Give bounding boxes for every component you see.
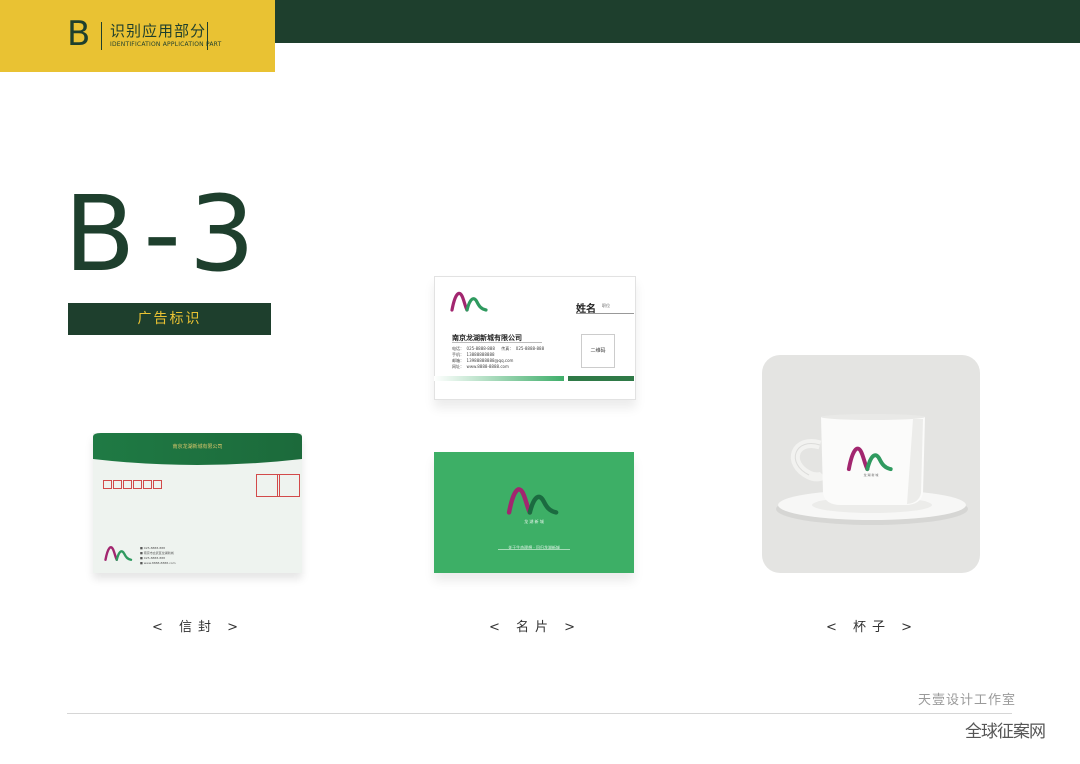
- caption-cup: < 杯子 >: [825, 620, 919, 635]
- envelope-info-line: ■ www.8888-8888.com: [140, 561, 176, 565]
- card-stripe-gradient: [434, 376, 564, 381]
- card-name-underline: [576, 313, 634, 314]
- card-qr-placeholder: 二维码: [581, 334, 615, 368]
- card-contact-info: 电话： 025-8888-888 传真： 025-8888-888 手机： 13…: [452, 346, 545, 369]
- footer-divider: [67, 713, 1012, 714]
- card-logo-icon: [450, 291, 488, 312]
- header-letter: B: [67, 14, 91, 54]
- postcode-boxes: [103, 474, 163, 493]
- postcode-box: [133, 480, 142, 489]
- section-label: 广告标识: [68, 303, 271, 335]
- card-back-slogan-line: [498, 549, 570, 550]
- stamp-area-right: [277, 474, 300, 497]
- card-stripe-solid: [568, 376, 634, 381]
- envelope-logo-icon: [104, 546, 133, 561]
- postcode-box: [123, 480, 132, 489]
- envelope-flap-text: 南京龙湖新城有限公司: [172, 444, 223, 450]
- postcode-box: [103, 480, 112, 489]
- envelope-flap: [93, 433, 302, 465]
- postcode-box: [113, 480, 122, 489]
- header-green-bar: [275, 0, 1080, 43]
- card-back-slogan: 关于生态理想 · 回归龙湖新城: [508, 545, 560, 550]
- cup-logo-tagline: 龙 湖 新 城: [863, 473, 879, 477]
- watermark: 全球征案网: [965, 722, 1046, 742]
- section-code: B-3: [64, 173, 264, 295]
- studio-name: 天壹设计工作室: [918, 693, 1017, 708]
- card-person-role: 职位: [602, 303, 610, 308]
- envelope-info: ■ 025-8888-888 ■ 南京市玄武区龙湖新城 ■ 025-8888-8…: [140, 546, 176, 566]
- caption-card: < 名片 >: [488, 620, 582, 635]
- card-back-tagline: 龙 湖 新 城: [524, 519, 544, 524]
- header-divider-left: [101, 22, 102, 50]
- postcode-box: [153, 480, 162, 489]
- postcode-box: [143, 480, 152, 489]
- card-back-logo-icon: [506, 487, 559, 515]
- card-company-underline: [452, 342, 542, 343]
- header-divider-right: [207, 22, 208, 50]
- cup-logo-icon: [846, 446, 893, 472]
- caption-envelope: < 信封 >: [151, 620, 245, 635]
- header-title: 识别应用部分: [110, 22, 207, 40]
- header-subtitle: IDENTIFICATION APPLICATION PART: [110, 41, 222, 48]
